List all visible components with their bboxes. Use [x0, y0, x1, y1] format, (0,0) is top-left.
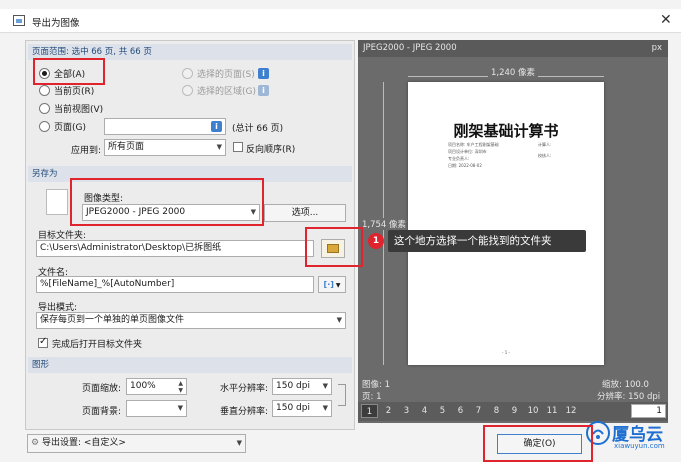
preview-header: JPEG2000 - JPEG 2000 px	[358, 40, 668, 57]
h-res-value: 150 dpi	[276, 381, 310, 391]
h-res-select[interactable]: 150 dpi ▼	[272, 378, 332, 395]
apply-to-label: 应用到:	[71, 146, 102, 156]
export-mode-value: 保存每页到一个单独的单页图像文件	[40, 315, 185, 325]
preview-height-label: 1,754 像素	[362, 218, 407, 230]
images-count: 图像: 1	[362, 380, 390, 390]
open-folder-label: 完成后打开目标文件夹	[52, 340, 143, 350]
resolution-label: 分辨率: 150 dpi	[597, 392, 661, 402]
v-res-label: 垂直分辨率:	[220, 407, 269, 417]
chevron-down-icon: ▼	[336, 316, 342, 324]
chevron-down-icon: ▼	[236, 439, 242, 447]
apply-to-value: 所有页面	[108, 142, 145, 152]
preview-page: 刚架基础计算书 项目名称: 车户工程刚架基础 计算人: 项目设计单位: 深圳市 …	[408, 82, 604, 365]
file-type-icon	[46, 189, 68, 215]
radio-current-page-label: 当前页(R)	[54, 87, 95, 97]
doc-line: 项目设计单位: 深圳市	[448, 149, 487, 154]
page-number[interactable]: 12	[562, 404, 580, 418]
info-icon[interactable]: i	[258, 85, 269, 96]
info-icon[interactable]: i	[211, 121, 222, 132]
insert-variable-button[interactable]: [·] ▼	[318, 276, 346, 293]
graphics-header: 图形	[28, 357, 352, 373]
chevron-down-icon: ▼	[322, 404, 328, 412]
page-number[interactable]: 8	[488, 404, 505, 418]
zoom-label: 缩放: 100.0	[602, 380, 649, 390]
radio-selected-pages-label: 选择的页面(S)	[197, 70, 255, 80]
page-bg-color-select[interactable]: ▼	[126, 400, 187, 417]
export-image-dialog: 导出为图像 ✕ 页面范围: 选中 66 页, 共 66 页 全部(A) 当前页(…	[0, 0, 681, 462]
annotation-tooltip: 这个地方选择一个能找到的文件夹	[388, 230, 586, 252]
title-bar: 导出为图像 ✕	[0, 9, 681, 33]
chevron-down-icon: ▼	[177, 404, 183, 412]
chevron-down-icon: ▼	[333, 282, 341, 289]
radio-current-view-label: 当前视图(V)	[54, 105, 104, 115]
link-resolution-icon[interactable]	[338, 384, 346, 406]
preview-unit: px	[651, 43, 662, 53]
pages-input[interactable]	[104, 118, 226, 135]
image-export-icon	[13, 15, 25, 26]
page-footer: - 1 -	[502, 350, 510, 355]
page-number[interactable]: 7	[470, 404, 487, 418]
radio-current-view[interactable]	[39, 103, 50, 114]
radio-pages[interactable]	[39, 121, 50, 132]
page-number[interactable]: 11	[543, 404, 561, 418]
doc-line: 日期: 2022-08-02	[448, 163, 482, 168]
doc-line: 项目名称: 车户工程刚架基础	[448, 142, 499, 147]
v-res-select[interactable]: 150 dpi ▼	[272, 400, 332, 417]
open-folder-checkbox[interactable]	[38, 336, 48, 348]
current-page-label: 页: 1	[362, 392, 382, 402]
export-settings-value: 导出设置: <自定义>	[41, 438, 126, 448]
highlight-image-type	[70, 178, 264, 226]
page-zoom-spinner[interactable]: 100% ▲ ▼	[126, 378, 187, 395]
page-bg-label: 页面背景:	[82, 407, 122, 417]
highlight-ok-button	[483, 425, 593, 462]
page-zoom-value: 100%	[130, 381, 156, 391]
v-res-value: 150 dpi	[276, 403, 310, 413]
highlight-browse-button	[305, 227, 363, 267]
radio-selected-area-label: 选择的区域(G)	[197, 87, 256, 97]
page-number[interactable]: 3	[398, 404, 415, 418]
preview-format: JPEG2000 - JPEG 2000	[363, 43, 457, 53]
annotation-badge: 1	[368, 233, 384, 249]
export-settings-select[interactable]: ⚙ 导出设置: <自定义> ▼	[27, 434, 246, 453]
page-number[interactable]: 10	[524, 404, 542, 418]
page-zoom-label: 页面缩放:	[82, 384, 122, 394]
apply-to-select[interactable]: 所有页面 ▼	[104, 139, 226, 156]
radio-pages-label: 页面(G)	[54, 123, 86, 133]
reverse-order-checkbox[interactable]	[233, 142, 243, 152]
chevron-down-icon: ▼	[322, 382, 328, 390]
close-icon[interactable]: ✕	[660, 12, 672, 28]
doc-line: 计算人:	[538, 142, 552, 147]
spinner-arrows-icon: ▲ ▼	[178, 380, 183, 394]
target-folder-input[interactable]: C:\Users\Administrator\Desktop\已拆图纸	[36, 240, 314, 257]
chevron-down-icon: ▼	[216, 143, 222, 151]
info-icon[interactable]: i	[258, 68, 269, 79]
preview-width-label: 1,240 像素	[488, 66, 539, 78]
page-number[interactable]: 1	[361, 404, 378, 418]
gear-icon: ⚙	[31, 438, 40, 448]
radio-selected-pages[interactable]	[182, 68, 193, 79]
h-res-label: 水平分辨率:	[220, 384, 269, 394]
radio-current-page[interactable]	[39, 85, 50, 96]
options-button[interactable]: 选项...	[264, 204, 346, 222]
radio-selected-area[interactable]	[182, 85, 193, 96]
page-jump-input[interactable]: 1	[631, 404, 666, 418]
doc-title: 刚架基础计算书	[453, 122, 559, 140]
page-number[interactable]: 6	[452, 404, 469, 418]
page-number[interactable]: 9	[506, 404, 523, 418]
watermark-url: xiawuyun.com	[614, 442, 665, 450]
page-number[interactable]: 2	[380, 404, 397, 418]
filename-input[interactable]: %[FileName]_%[AutoNumber]	[36, 276, 314, 293]
page-number[interactable]: 4	[416, 404, 433, 418]
reverse-order-label: 反向顺序(R)	[246, 145, 296, 155]
highlight-all-radio	[33, 58, 105, 85]
window-title: 导出为图像	[32, 18, 80, 29]
doc-line: 校核人:	[538, 153, 552, 158]
pages-total-label: (总计 66 页)	[232, 124, 284, 134]
doc-line: 专业负责人:	[448, 156, 470, 161]
variable-icon: [·]	[323, 280, 334, 289]
export-mode-select[interactable]: 保存每页到一个单独的单页图像文件 ▼	[36, 312, 346, 329]
page-number[interactable]: 5	[434, 404, 451, 418]
